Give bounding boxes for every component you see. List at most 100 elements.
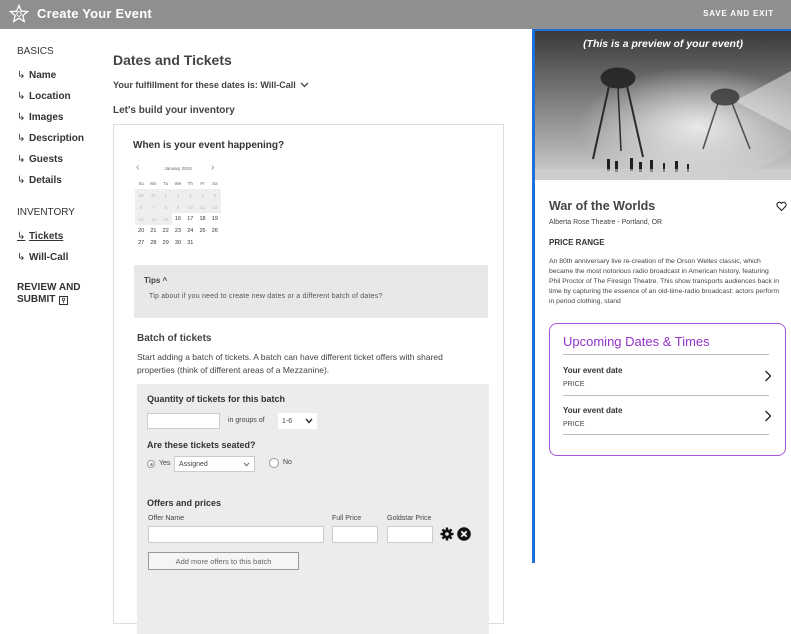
save-and-exit-button[interactable]: SAVE AND EXIT: [703, 9, 774, 18]
preview-caption: (This is a preview of your event): [583, 38, 743, 50]
tips-text: Tip about if you need to create new date…: [149, 293, 383, 300]
event-hero-image: (This is a preview of your event): [535, 31, 791, 180]
calendar-day[interactable]: 26: [209, 225, 221, 237]
calendar-day: 9: [171, 201, 185, 213]
calendar-day[interactable]: 22: [160, 225, 172, 237]
calendar-week: 30 31 1 2 3 4 5: [135, 189, 221, 201]
calendar-day[interactable]: 25: [196, 225, 208, 237]
sidebar-item-guests[interactable]: ↳ Guests: [17, 149, 107, 170]
groups-value: 1-6: [282, 417, 293, 425]
seating-type-value: Assigned: [179, 460, 208, 468]
heart-icon[interactable]: [776, 201, 787, 212]
calendar-day[interactable]: 29: [160, 237, 172, 249]
star-logo-icon: [9, 4, 29, 23]
main-content: Dates and Tickets Your fulfillment for t…: [113, 52, 508, 634]
calendar-day[interactable]: 16: [172, 213, 184, 225]
calendar-day: 12: [208, 201, 221, 213]
war-of-the-worlds-image: [535, 31, 791, 180]
divider: [563, 434, 769, 435]
chevron-right-icon[interactable]: [764, 410, 772, 422]
chevron-right-icon[interactable]: [764, 370, 772, 382]
goldstar-price-label: Goldstar Price: [387, 515, 432, 522]
batch-form: Quantity of tickets for this batch in gr…: [137, 384, 489, 634]
calendar-day[interactable]: 18: [196, 213, 208, 225]
weekday-label: Su: [138, 180, 144, 186]
key-icon: [59, 295, 69, 305]
calendar-grid: Su Mo Tu We Th Fr Sa 30 31 1 2 3 4 5 6 7 8 9 10 11 12 13 14 15 1…: [135, 177, 221, 249]
calendar-day[interactable]: 31: [184, 237, 196, 249]
sidebar-item-label: Guests: [29, 154, 63, 165]
calendar-day[interactable]: 30: [172, 237, 184, 249]
event-description: An 80th anniversary live re-creation of …: [549, 258, 780, 305]
calendar-day[interactable]: 23: [172, 225, 184, 237]
sidebar-item-will-call[interactable]: ↳ Will-Call: [17, 247, 107, 268]
date-price: PRICE: [563, 381, 585, 388]
sidebar-item-location[interactable]: ↳ Location: [17, 86, 107, 107]
add-offers-button[interactable]: Add more offers to this batch: [148, 552, 299, 570]
no-label: No: [283, 459, 292, 466]
calendar-day[interactable]: 27: [135, 237, 147, 249]
sidebar-item-review-submit[interactable]: REVIEW AND SUBMIT: [17, 282, 107, 306]
review-label-line2: SUBMIT: [17, 294, 56, 305]
calendar-day: 13: [135, 213, 148, 225]
app-title: Create Your Event: [37, 6, 152, 21]
calendar-day[interactable]: 28: [147, 237, 159, 249]
sidebar-item-label: Name: [29, 70, 57, 81]
calendar-day: 7: [147, 201, 160, 213]
groups-select[interactable]: 1-6: [278, 413, 317, 429]
sidebar: BASICS ↳ Name ↳ Location ↳ Images ↳ Descript…: [17, 46, 107, 306]
sidebar-heading-inventory: INVENTORY: [17, 207, 75, 218]
calendar-month: January 2019: [164, 166, 192, 171]
gear-icon[interactable]: [440, 527, 454, 541]
calendar-day[interactable]: 21: [147, 225, 159, 237]
return-arrow-icon: ↳: [17, 112, 26, 123]
event-title: War of the Worlds: [549, 199, 656, 213]
return-arrow-icon: ↳: [17, 70, 26, 81]
date-price: PRICE: [563, 421, 585, 428]
upcoming-title: Upcoming Dates & Times: [563, 334, 710, 349]
full-price-input[interactable]: [332, 526, 378, 543]
goldstar-price-input[interactable]: [387, 526, 433, 543]
sidebar-item-images[interactable]: ↳ Images: [17, 107, 107, 128]
calendar-day[interactable]: 24: [184, 225, 196, 237]
fulfillment-label: Your fulfillment for these dates is: Wil…: [113, 80, 296, 90]
sidebar-item-details[interactable]: ↳ Details: [17, 170, 107, 191]
seating-type-select[interactable]: Assigned: [174, 456, 255, 472]
calendar-week: 13 14 15 16 17 18 19: [135, 213, 221, 225]
calendar-day: 15: [159, 213, 172, 225]
calendar-day: 10: [184, 201, 197, 213]
offers-heading: Offers and prices: [147, 498, 222, 508]
calendar-day[interactable]: 19: [209, 213, 221, 225]
close-circle-icon[interactable]: [457, 527, 471, 541]
tips-panel: Tips ^ Tip about if you need to create n…: [134, 265, 488, 318]
chevron-down-icon: [243, 462, 250, 467]
tips-toggle[interactable]: Tips ^: [144, 276, 167, 285]
offer-name-label: Offer Name: [148, 515, 185, 522]
sidebar-item-label: Tickets: [29, 231, 64, 242]
sidebar-item-label: Location: [29, 91, 71, 102]
calendar-week: 6 7 8 9 10 11 12: [135, 201, 221, 213]
fulfillment-dropdown[interactable]: Your fulfillment for these dates is: Wil…: [113, 80, 309, 90]
calendar-day[interactable]: 20: [135, 225, 147, 237]
chevron-down-icon: [300, 82, 309, 88]
when-question: When is your event happening?: [133, 140, 285, 151]
calendar-week: 27 28 29 30 31: [135, 237, 221, 249]
date-label: Your event date: [563, 366, 623, 375]
sidebar-item-name[interactable]: ↳ Name: [17, 65, 107, 86]
quantity-input[interactable]: [147, 413, 220, 429]
calendar-day: 11: [196, 201, 209, 213]
yes-radio[interactable]: [147, 460, 155, 468]
sidebar-item-tickets[interactable]: ↳ Tickets: [17, 226, 107, 247]
weekday-label: Mo: [150, 180, 157, 186]
sidebar-item-description[interactable]: ↳ Description: [17, 128, 107, 149]
no-radio[interactable]: [269, 458, 279, 468]
chevron-right-icon[interactable]: ›: [211, 163, 219, 173]
weekday-label: Fr: [200, 180, 205, 186]
review-label-line1: REVIEW AND: [17, 282, 81, 293]
calendar-day[interactable]: 17: [184, 213, 196, 225]
sidebar-heading-basics: BASICS: [17, 46, 54, 57]
offer-name-input[interactable]: [148, 526, 324, 543]
weekday-label: Tu: [163, 180, 169, 186]
top-bar: Create Your Event SAVE AND EXIT: [0, 0, 791, 29]
calendar-day: 6: [135, 201, 148, 213]
